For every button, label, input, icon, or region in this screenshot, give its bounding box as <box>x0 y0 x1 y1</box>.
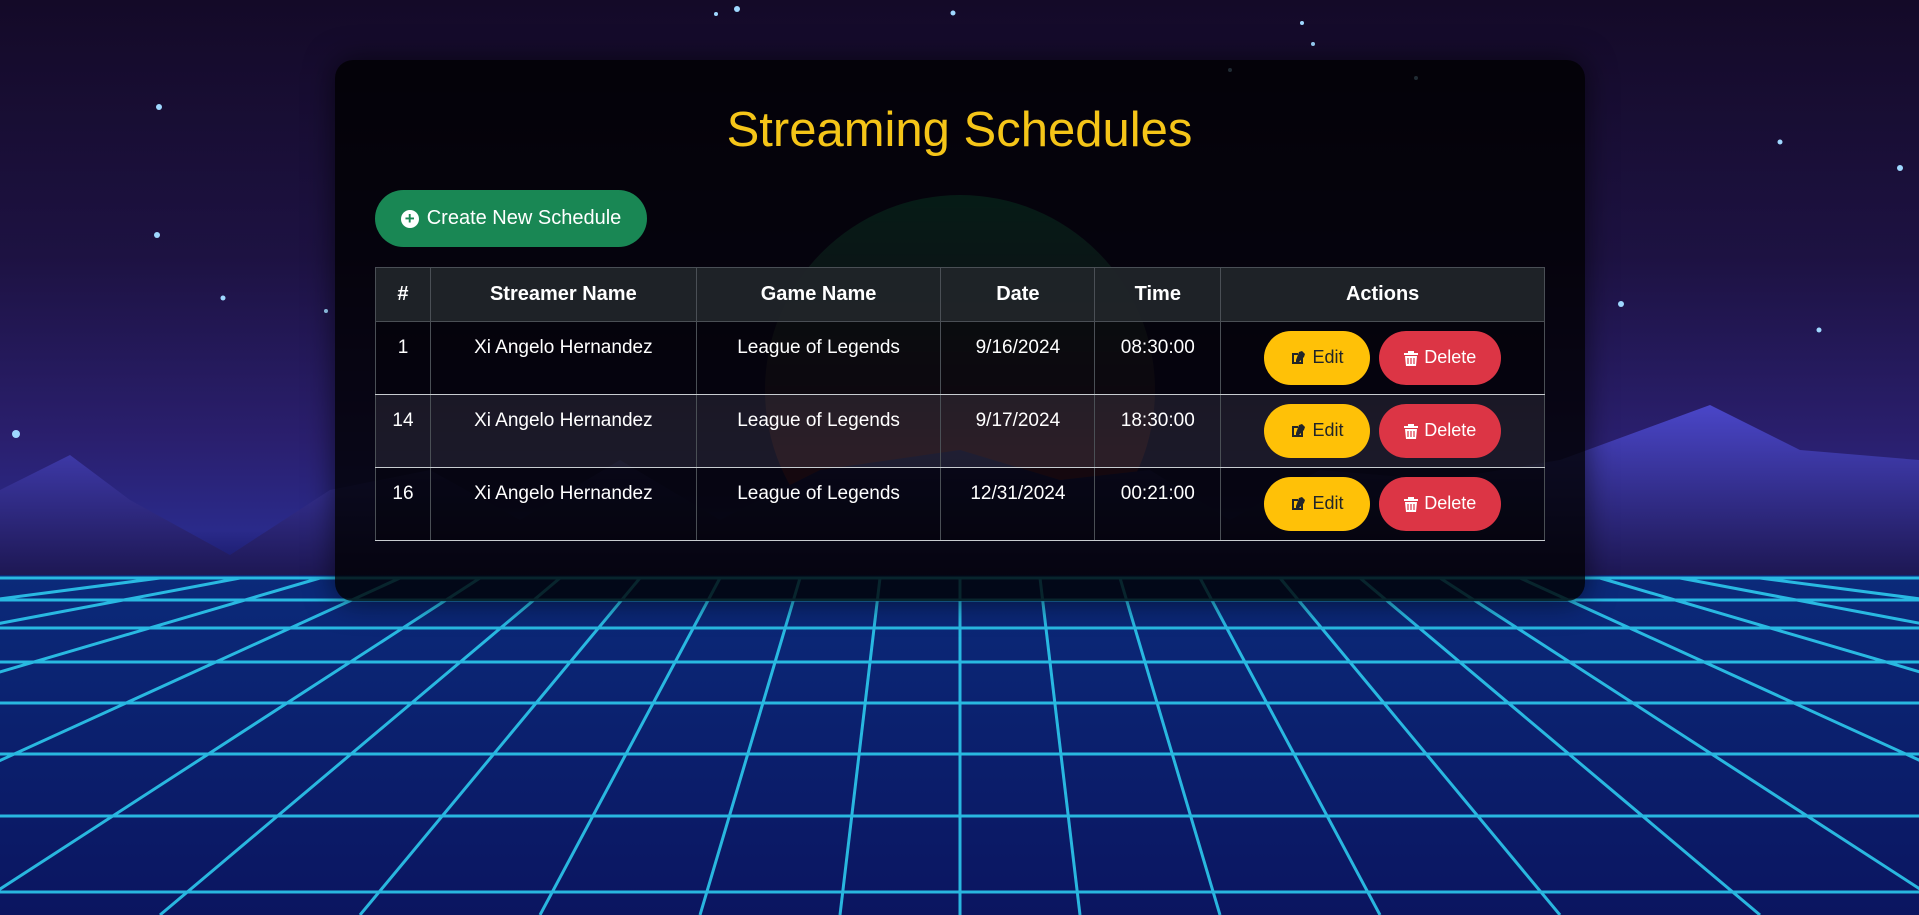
column-header-actions: Actions <box>1220 267 1545 322</box>
edit-icon <box>1290 350 1306 366</box>
edit-button[interactable]: Edit <box>1263 403 1370 458</box>
column-header-time: Time <box>1094 267 1222 322</box>
cell-game: League of Legends <box>695 394 942 468</box>
delete-button[interactable]: Delete <box>1379 476 1502 531</box>
page-title: Streaming Schedules <box>726 103 1193 157</box>
cell-time: 00:21:00 <box>1094 467 1222 541</box>
column-header-game: Game Name <box>695 267 942 322</box>
edit-icon <box>1290 496 1306 512</box>
cell-streamer: Xi Angelo Hernandez <box>429 394 697 468</box>
trash-icon <box>1404 423 1419 439</box>
cell-id: 1 <box>375 321 431 395</box>
schedules-table: # Streamer Name Game Name Date Time Acti… <box>375 267 1545 541</box>
edit-button[interactable]: Edit <box>1263 476 1370 531</box>
delete-button[interactable]: Delete <box>1379 330 1502 385</box>
table-header-row: # Streamer Name Game Name Date Time Acti… <box>375 267 1545 322</box>
column-header-date: Date <box>940 267 1096 322</box>
edit-button[interactable]: Edit <box>1263 330 1370 385</box>
cell-streamer: Xi Angelo Hernandez <box>429 467 697 541</box>
table-row: 14 Xi Angelo Hernandez League of Legends… <box>375 394 1545 468</box>
delete-button[interactable]: Delete <box>1379 403 1502 458</box>
cell-actions: Edit Delete <box>1220 394 1545 468</box>
trash-icon <box>1404 350 1419 366</box>
cell-date: 9/17/2024 <box>940 394 1096 468</box>
delete-label: Delete <box>1424 420 1477 440</box>
edit-label: Edit <box>1312 493 1344 513</box>
cell-game: League of Legends <box>695 321 942 395</box>
table-row: 1 Xi Angelo Hernandez League of Legends … <box>375 321 1545 395</box>
cell-time: 08:30:00 <box>1094 321 1222 395</box>
cell-game: League of Legends <box>695 467 942 541</box>
table-row: 16 Xi Angelo Hernandez League of Legends… <box>375 467 1545 541</box>
cell-actions: Edit Delete <box>1220 467 1545 541</box>
edit-label: Edit <box>1312 420 1344 440</box>
delete-label: Delete <box>1424 493 1477 513</box>
delete-label: Delete <box>1424 347 1477 367</box>
create-schedule-button[interactable]: + Create New Schedule <box>375 190 647 247</box>
cell-date: 12/31/2024 <box>940 467 1096 541</box>
cell-id: 14 <box>375 394 431 468</box>
column-header-id: # <box>375 267 431 322</box>
edit-icon <box>1290 423 1306 439</box>
create-schedule-label: Create New Schedule <box>426 207 622 229</box>
cell-time: 18:30:00 <box>1094 394 1222 468</box>
plus-circle-icon: + <box>400 209 419 228</box>
cell-id: 16 <box>375 467 431 541</box>
trash-icon <box>1404 496 1419 512</box>
edit-label: Edit <box>1312 347 1344 367</box>
cell-actions: Edit Delete <box>1220 321 1545 395</box>
cell-streamer: Xi Angelo Hernandez <box>429 321 697 395</box>
cell-date: 9/16/2024 <box>940 321 1096 395</box>
column-header-streamer: Streamer Name <box>429 267 697 322</box>
